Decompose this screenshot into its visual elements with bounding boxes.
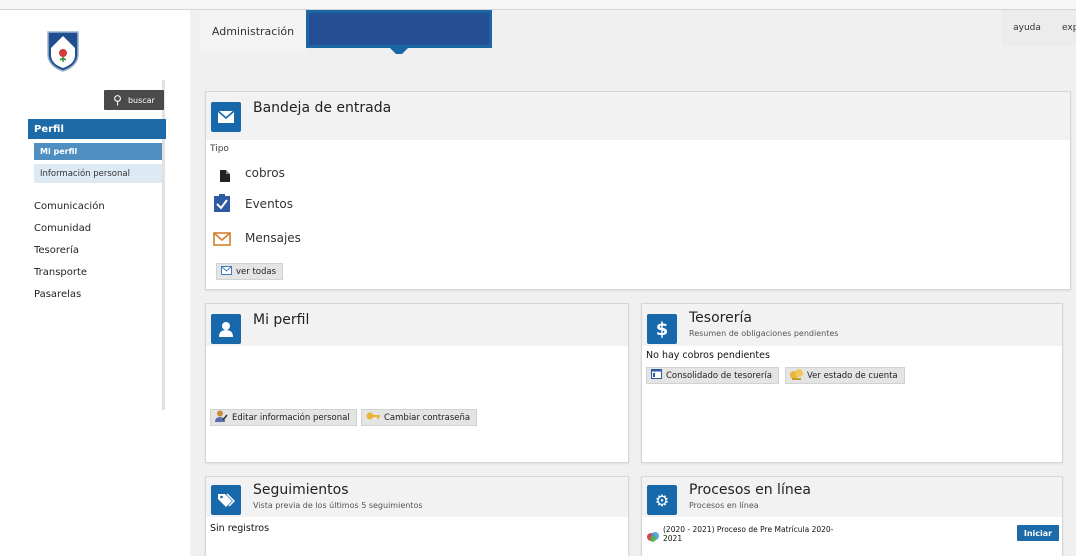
sidebar-item-tesoreria[interactable]: Tesorería	[34, 245, 79, 256]
inbox-row-eventos[interactable]: Eventos	[245, 197, 293, 211]
consolidated-treasury-button[interactable]: Consolidado de tesorería	[646, 367, 779, 384]
tab-administracion[interactable]: Administración	[200, 10, 306, 52]
sidebar-item-informacion-personal[interactable]: Información personal	[34, 164, 162, 183]
process-item-label[interactable]: (2020 - 2021) Proceso de Pre Matrícula 2…	[663, 525, 833, 543]
envelope-icon	[213, 231, 231, 250]
start-process-button[interactable]: Iniciar	[1017, 525, 1059, 541]
process-item-line1: (2020 - 2021) Proceso de Pre Matrícula 2…	[663, 525, 834, 534]
user-edit-icon	[215, 410, 228, 425]
exp-link[interactable]: exp	[1052, 10, 1076, 46]
profile-title: Mi perfil	[253, 312, 310, 328]
processes-subtitle: Procesos en línea	[689, 501, 759, 510]
treasury-panel: $ Tesorería Resumen de obligaciones pend…	[641, 303, 1063, 463]
tab-active[interactable]	[306, 10, 492, 48]
edit-personal-info-label: Editar información personal	[232, 412, 350, 423]
dollar-icon: $	[647, 314, 677, 344]
consolidated-treasury-label: Consolidado de tesorería	[666, 370, 772, 381]
profile-panel: Mi perfil Editar información personal Ca…	[205, 303, 629, 463]
inbox-row-mensajes[interactable]: Mensajes	[245, 231, 301, 245]
treasury-title: Tesorería	[689, 310, 752, 326]
process-item-line2: 2021	[663, 534, 683, 543]
sidebar-item-mi-perfil[interactable]: Mi perfil	[34, 143, 162, 160]
search-label: buscar	[127, 95, 155, 105]
edit-personal-info-button[interactable]: Editar información personal	[210, 409, 357, 426]
mail-small-icon	[221, 265, 232, 278]
sidebar-item-comunicacion[interactable]: Comunicación	[34, 201, 105, 212]
inbox-row-cobros[interactable]: cobros	[245, 166, 285, 180]
inbox-title: Bandeja de entrada	[253, 100, 392, 116]
tracking-panel: Seguimientos Vista previa de los últimos…	[205, 476, 629, 556]
window-icon	[651, 369, 662, 382]
search-icon: ⚲	[113, 93, 122, 107]
sidebar-section-perfil[interactable]: Perfil	[28, 119, 166, 139]
document-icon	[220, 167, 232, 182]
account-status-label: Ver estado de cuenta	[807, 370, 898, 381]
treasury-subtitle: Resumen de obligaciones pendientes	[689, 329, 839, 338]
search-button[interactable]: ⚲ buscar	[104, 90, 164, 110]
change-password-label: Cambiar contraseña	[384, 412, 471, 423]
tracking-title: Seguimientos	[253, 482, 349, 498]
window-top-strip	[0, 0, 1076, 10]
process-item-icon	[646, 528, 660, 547]
view-all-label: ver todas	[236, 266, 277, 277]
user-icon	[211, 314, 241, 344]
key-icon	[366, 411, 380, 424]
sidebar-item-pasarelas[interactable]: Pasarelas	[34, 289, 81, 300]
clipboard-check-icon	[213, 194, 231, 216]
change-password-button[interactable]: Cambiar contraseña	[361, 409, 478, 426]
view-all-button[interactable]: ver todas	[216, 263, 284, 280]
help-link[interactable]: ayuda	[1002, 10, 1052, 46]
tag-icon	[211, 485, 241, 515]
sidebar-item-comunidad[interactable]: Comunidad	[34, 223, 91, 234]
inbox-panel: Bandeja de entrada Tipo cobros Eventos M…	[205, 91, 1071, 290]
treasury-status: No hay cobros pendientes	[646, 350, 770, 361]
account-status-button[interactable]: Ver estado de cuenta	[785, 367, 905, 384]
school-logo	[47, 31, 79, 72]
processes-panel: ⚙ Procesos en línea Procesos en línea (2…	[641, 476, 1063, 556]
processes-title: Procesos en línea	[689, 482, 811, 498]
gears-icon: ⚙	[647, 485, 677, 515]
inbox-type-label: Tipo	[210, 144, 229, 154]
inbox-envelope-icon	[211, 102, 241, 132]
sidebar-item-transporte[interactable]: Transporte	[34, 267, 87, 278]
coins-icon	[790, 368, 803, 383]
tracking-status: Sin registros	[210, 523, 270, 534]
tracking-subtitle: Vista previa de los últimos 5 seguimient…	[253, 501, 423, 510]
